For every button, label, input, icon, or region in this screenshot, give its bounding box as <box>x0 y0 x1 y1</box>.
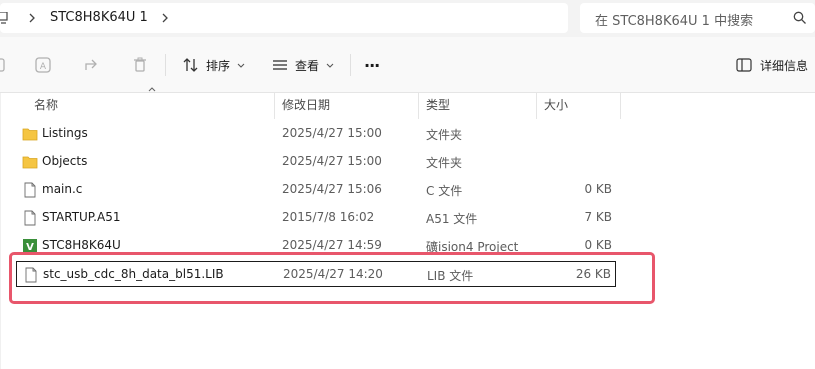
details-pane-button[interactable]: 详细信息 <box>736 54 808 76</box>
column-divider[interactable] <box>536 93 537 119</box>
sort-label: 排序 <box>206 58 231 73</box>
column-header: 名称 修改日期 类型 大小 <box>0 87 815 119</box>
file-name: Listings <box>42 126 88 140</box>
file-name: STARTUP.A51 <box>42 210 121 224</box>
annotation-highlight-box <box>9 252 655 304</box>
command-bar: A 排序 查看 ··· 详细信息 <box>0 37 815 93</box>
file-name: main.c <box>42 182 83 196</box>
file-row[interactable]: Listings 2025/4/27 15:00 文件夹 <box>16 121 616 147</box>
chevron-right-icon[interactable] <box>160 11 170 25</box>
pane-border <box>0 93 1 369</box>
view-label: 查看 <box>295 58 320 73</box>
search-icon[interactable] <box>793 11 807 25</box>
file-size: 0 KB <box>584 238 612 252</box>
file-type: C 文件 <box>426 184 463 198</box>
column-type[interactable]: 类型 <box>426 96 450 113</box>
file-icon <box>24 210 36 226</box>
file-type: 文件夹 <box>426 156 463 170</box>
sort-ascending-icon <box>148 87 156 92</box>
column-date[interactable]: 修改日期 <box>282 96 330 113</box>
this-pc-icon <box>0 12 8 24</box>
column-name[interactable]: 名称 <box>34 96 58 113</box>
file-name: Objects <box>42 154 88 168</box>
folder-icon <box>22 128 38 141</box>
file-date: 2015/7/8 16:02 <box>282 210 375 224</box>
rename-icon[interactable]: A <box>34 56 52 74</box>
view-icon <box>273 60 287 70</box>
column-divider[interactable] <box>274 93 275 119</box>
file-row[interactable]: main.c 2025/4/27 15:06 C 文件 0 KB <box>16 177 616 203</box>
file-row[interactable]: Objects 2025/4/27 15:00 文件夹 <box>16 149 616 175</box>
view-button[interactable]: 查看 <box>271 54 335 76</box>
file-date: 2025/4/27 15:06 <box>282 182 382 196</box>
file-size: 7 KB <box>584 210 612 224</box>
breadcrumb-folder[interactable]: STC8H8K64U 1 <box>50 10 148 25</box>
file-type: 文件夹 <box>426 128 463 142</box>
file-name: STC8H8K64U <box>42 238 121 252</box>
file-icon <box>24 182 36 198</box>
file-date: 2025/4/27 14:59 <box>282 238 382 252</box>
toolbar-divider <box>165 54 166 76</box>
file-row[interactable]: STARTUP.A51 2015/7/8 16:02 A51 文件 7 KB <box>16 205 616 231</box>
toolbar-divider <box>350 54 351 76</box>
address-bar: STC8H8K64U 1 在 STC8H8K64U 1 中搜索 <box>0 0 815 37</box>
column-size[interactable]: 大小 <box>544 96 568 113</box>
chevron-right-icon[interactable] <box>27 11 37 25</box>
svg-text:A: A <box>40 62 47 72</box>
file-size: 0 KB <box>584 182 612 196</box>
search-box[interactable]: 在 STC8H8K64U 1 中搜索 <box>580 3 815 33</box>
chevron-down-icon <box>237 63 245 68</box>
details-pane-icon <box>736 58 752 72</box>
details-label: 详细信息 <box>760 58 809 73</box>
share-icon[interactable] <box>83 56 101 74</box>
sort-button[interactable]: 排序 <box>182 54 246 76</box>
chevron-down-icon <box>326 63 334 68</box>
column-divider[interactable] <box>620 93 621 119</box>
search-input[interactable]: 在 STC8H8K64U 1 中搜索 <box>595 10 753 29</box>
more-options-button[interactable]: ··· <box>364 54 380 76</box>
copy-icon[interactable] <box>0 56 8 74</box>
folder-icon <box>22 156 38 169</box>
file-date: 2025/4/27 15:00 <box>282 126 382 140</box>
breadcrumb[interactable]: STC8H8K64U 1 <box>0 3 568 33</box>
sort-icon <box>183 58 198 72</box>
more-icon: ··· <box>364 55 380 75</box>
delete-icon[interactable] <box>131 56 149 74</box>
file-type: A51 文件 <box>426 212 478 226</box>
column-divider[interactable] <box>418 93 419 119</box>
file-date: 2025/4/27 15:00 <box>282 154 382 168</box>
